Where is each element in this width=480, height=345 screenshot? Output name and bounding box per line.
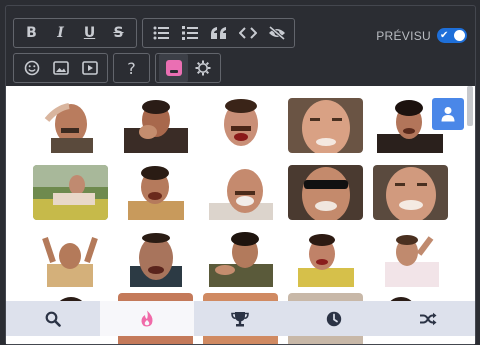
- sticker-group: [155, 53, 221, 83]
- sticker-laughing-man-image: [203, 165, 278, 220]
- sticker-11[interactable]: [33, 232, 108, 287]
- text-format-group: B I U S: [13, 18, 137, 48]
- bullet-list-icon: [153, 26, 169, 40]
- sticker-laughing-man-image: [118, 98, 193, 153]
- sticker-laughing-man-image: [288, 232, 363, 287]
- video-button[interactable]: [75, 54, 104, 82]
- shuffle-icon: [420, 312, 437, 325]
- bold-button[interactable]: B: [17, 19, 46, 47]
- underline-button[interactable]: U: [75, 19, 104, 47]
- tab-popular[interactable]: [99, 301, 194, 336]
- image-button[interactable]: [46, 54, 75, 82]
- quote-button[interactable]: [204, 19, 233, 47]
- fire-icon: [141, 310, 153, 327]
- numbered-list-icon: [181, 26, 198, 40]
- tab-top[interactable]: [194, 301, 288, 336]
- sticker-scene-image: [33, 165, 108, 220]
- smiley-icon: [24, 60, 39, 76]
- sticker-icon: [165, 60, 182, 76]
- sticker-6[interactable]: [33, 165, 108, 220]
- tab-random[interactable]: [381, 301, 475, 336]
- clock-icon: [327, 311, 342, 326]
- sticker-10[interactable]: [373, 165, 448, 220]
- user-icon: [441, 107, 455, 122]
- tab-search[interactable]: [6, 301, 100, 336]
- sticker-1[interactable]: [33, 98, 108, 153]
- sticker-15[interactable]: [373, 232, 448, 287]
- sticker-laughing-man-image: [203, 98, 278, 153]
- sticker-7[interactable]: [118, 165, 193, 220]
- code-icon: [238, 27, 257, 39]
- italic-button[interactable]: I: [46, 19, 75, 47]
- sticker-12[interactable]: [118, 232, 193, 287]
- trophy-icon: [231, 311, 250, 326]
- preview-toggle[interactable]: ✔: [437, 28, 467, 43]
- sticker-laughing-man-image: [118, 165, 193, 220]
- image-icon: [52, 61, 69, 75]
- gear-icon: [195, 60, 210, 76]
- editor-panel: B I U S PRÉVISU ✔ ?: [5, 5, 476, 345]
- sticker-sunglasses-man-image: [288, 165, 363, 220]
- help-button[interactable]: ?: [117, 54, 146, 82]
- sticker-laughing-man-image: [203, 232, 278, 287]
- sticker-3[interactable]: [203, 98, 278, 153]
- sticker-laughing-man-image: [373, 232, 448, 287]
- sticker-8[interactable]: [203, 165, 278, 220]
- code-button[interactable]: [233, 19, 262, 47]
- preview-toggle-group: PRÉVISU ✔: [376, 28, 467, 43]
- tab-recent[interactable]: [287, 301, 381, 336]
- quote-icon: [210, 27, 226, 39]
- sticker-picker: [6, 86, 475, 344]
- sticker-4[interactable]: [288, 98, 363, 153]
- preview-label: PRÉVISU: [376, 28, 431, 43]
- sticker-9[interactable]: [288, 165, 363, 220]
- sticker-cheering-man-image: [33, 232, 108, 287]
- user-filter-button[interactable]: [432, 98, 464, 130]
- spoiler-button[interactable]: [262, 19, 291, 47]
- sticker-14[interactable]: [288, 232, 363, 287]
- sticker-button[interactable]: [159, 54, 188, 82]
- numbered-list-button[interactable]: [175, 19, 204, 47]
- eye-slash-icon: [268, 26, 285, 40]
- sticker-laughing-man-image: [373, 165, 448, 220]
- check-icon: ✔: [440, 30, 449, 41]
- sticker-laughing-man-image: [288, 98, 363, 153]
- bullet-list-button[interactable]: [146, 19, 175, 47]
- strikethrough-button[interactable]: S: [104, 19, 133, 47]
- media-group: [13, 53, 108, 83]
- block-format-group: [142, 18, 295, 48]
- sticker-2[interactable]: [118, 98, 193, 153]
- video-icon: [81, 61, 98, 75]
- toolbar-row-2: ?: [13, 53, 221, 83]
- toggle-knob: [454, 30, 465, 41]
- picker-scrollbar[interactable]: [467, 86, 473, 126]
- help-group: ?: [113, 53, 150, 83]
- sticker-laughing-man-image: [33, 98, 108, 153]
- search-icon: [45, 311, 61, 327]
- emoji-button[interactable]: [17, 54, 46, 82]
- settings-button[interactable]: [188, 54, 217, 82]
- toolbar-row-1: B I U S: [13, 18, 295, 48]
- sticker-laughing-man-image: [118, 232, 193, 287]
- sticker-category-tabs: [6, 301, 475, 336]
- sticker-13[interactable]: [203, 232, 278, 287]
